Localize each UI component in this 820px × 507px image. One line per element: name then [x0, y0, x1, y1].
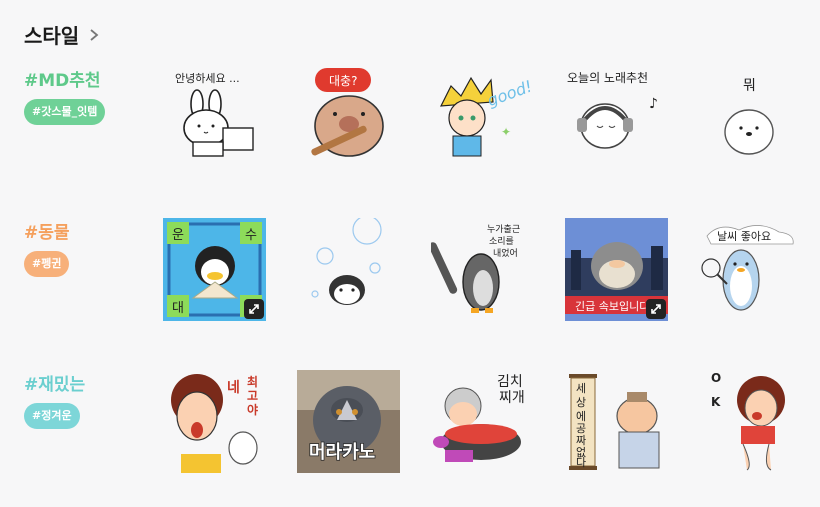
sticker-caption: 뭐 — [743, 78, 756, 94]
svg-text:O: O — [711, 371, 721, 385]
row-label: #동물 #펭귄 — [24, 218, 70, 277]
expand-icon — [651, 304, 661, 314]
chevron-right-icon — [90, 28, 99, 41]
sticker-boy-good[interactable]: good! ✦ — [431, 66, 534, 169]
sticker-mom-yes[interactable]: 네 최 고 야 — [163, 370, 266, 473]
sticker-penguin-bat[interactable]: 누가출근 소리를 내었어 — [431, 218, 534, 321]
svg-text:긴급 속보입니다: 긴급 속보입니다 — [575, 300, 649, 313]
sticker-caption: 오늘의 노래추천 — [567, 70, 648, 85]
section-title: 스타일 — [24, 24, 80, 48]
section-header[interactable]: 스타일 — [24, 20, 101, 49]
svg-text:김치: 김치 — [497, 374, 523, 390]
hashtag-animal[interactable]: #동물 — [24, 218, 70, 243]
sticker-lady-ok[interactable]: O K — [699, 370, 802, 473]
svg-text:K: K — [711, 395, 721, 409]
hashtag-md-recommend[interactable]: #MD추천 — [24, 66, 105, 91]
sticker-scroll-elder[interactable]: 세 상 에 공 짜 없 다 — [565, 370, 668, 473]
sticker-row-animal: #동물 #펭귄 운 수 대 통 — [0, 218, 820, 328]
row-label: #MD추천 #갓스물_잇템 — [24, 66, 106, 125]
expand-button[interactable] — [244, 299, 264, 319]
sticker-penguin-fan[interactable]: 운 수 대 통 — [163, 218, 266, 321]
sticker-white-bear-what[interactable]: 뭐 — [699, 66, 802, 169]
tag-pill[interactable]: #펭귄 — [24, 251, 70, 277]
svg-text:수: 수 — [245, 228, 257, 243]
svg-text:최: 최 — [247, 374, 258, 389]
sticker-rabbit-hello[interactable]: 안녕하세요 ... — [163, 66, 266, 169]
sticker-penguin-bubbles[interactable] — [297, 218, 400, 321]
sticker-caption: good! — [485, 76, 534, 110]
svg-text:운: 운 — [172, 228, 184, 243]
tag-pill[interactable]: #갓스물_잇템 — [24, 99, 106, 125]
hashtag-fun[interactable]: #재밌는 — [24, 370, 85, 395]
sticker-pigeon-photo[interactable]: 머라카노 — [297, 370, 400, 473]
svg-text:대: 대 — [172, 301, 184, 316]
svg-text:다: 다 — [576, 456, 586, 469]
svg-text:세: 세 — [576, 382, 586, 395]
svg-text:상: 상 — [576, 396, 586, 409]
expand-button[interactable] — [646, 299, 666, 319]
svg-text:야: 야 — [247, 402, 258, 417]
sticker-caption: 머라카노 — [309, 442, 375, 463]
sticker-row-fun: #재밌는 #정겨운 네 최 고 야 머라카노 김치 찌개 세 상 에 공 짜 없… — [0, 370, 820, 480]
expand-icon — [249, 304, 259, 314]
sticker-row-md: #MD추천 #갓스물_잇템 안녕하세요 ... 대충? good! ✦ 오늘의 … — [0, 66, 820, 176]
svg-text:내었어: 내었어 — [493, 247, 518, 259]
sticker-bear-bat[interactable]: 대충? — [297, 66, 400, 169]
row-label: #재밌는 #정겨운 — [24, 370, 85, 429]
sticker-caption: 안녕하세요 ... — [175, 71, 240, 85]
sticker-caption: 대충? — [329, 74, 357, 88]
svg-text:✦: ✦ — [501, 125, 511, 139]
sticker-headphone-bear[interactable]: 오늘의 노래추천 ♪ — [565, 66, 668, 169]
svg-text:네: 네 — [227, 380, 240, 396]
svg-text:날씨 좋아요: 날씨 좋아요 — [717, 230, 771, 243]
svg-text:♪: ♪ — [649, 96, 658, 112]
svg-text:고: 고 — [247, 389, 258, 403]
svg-text:누가출근: 누가출근 — [487, 224, 520, 235]
sticker-penguin-news[interactable]: 긴급 속보입니다 — [565, 218, 668, 321]
svg-text:찌개: 찌개 — [499, 390, 525, 406]
sticker-grandma-kimchi[interactable]: 김치 찌개 — [431, 370, 534, 473]
sticker-penguin-weather[interactable]: 날씨 좋아요 — [699, 218, 802, 321]
svg-text:소리를: 소리를 — [489, 236, 514, 247]
tag-pill[interactable]: #정겨운 — [24, 403, 80, 429]
